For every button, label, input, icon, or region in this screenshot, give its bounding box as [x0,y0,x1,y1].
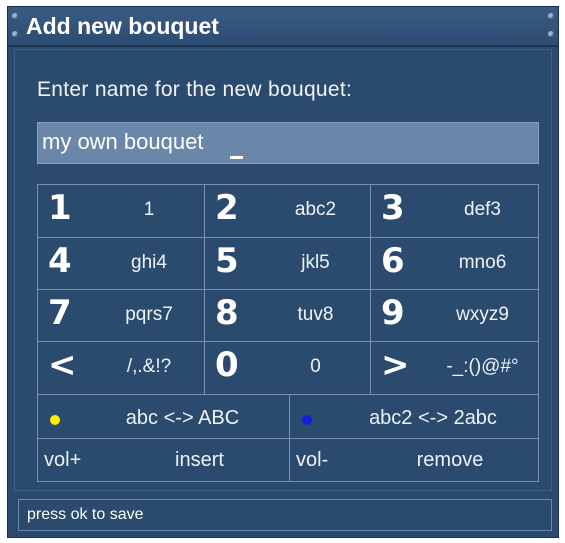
key-letters: def3 [464,199,501,220]
key-9[interactable]: 9 wxyz9 [371,290,538,342]
key-label: vol- [296,449,329,471]
key-letters: /,.&!? [126,356,172,377]
vol-minus-remove-key[interactable]: vol- remove [290,439,538,481]
yellow-dot-icon [50,415,60,425]
key-letters: wxyz9 [456,304,509,325]
key-digit: 5 [215,241,239,281]
chevron-right-icon: > [381,345,410,385]
key-letters: -_:()@#° [446,356,519,377]
key-digit: 0 [215,345,239,385]
status-text: press ok to save [27,506,144,523]
key-5[interactable]: 5 jkl5 [205,238,371,290]
chevron-left-icon: < [48,345,77,385]
key-letters: ghi4 [131,252,167,273]
key-digit: 4 [48,241,72,281]
dialog-window: Add new bouquet Enter name for the new b… [7,6,559,538]
status-bar: press ok to save [18,499,552,531]
key-0[interactable]: 0 0 [205,342,371,395]
key-digit: 3 [381,188,405,228]
key-4[interactable]: 4 ghi4 [38,238,205,290]
key-1[interactable]: 1 1 [38,185,205,238]
title-bar: Add new bouquet [8,7,558,47]
text-cursor [230,156,243,159]
rivet-icon [548,13,554,19]
key-6[interactable]: 6 mno6 [371,238,538,290]
key-action: remove [416,449,484,471]
key-left[interactable]: < /,.&!? [38,342,205,395]
key-letters: abc2 [294,199,337,220]
key-8[interactable]: 8 tuv8 [205,290,371,342]
key-label: vol+ [44,449,82,471]
key-letters: 0 [310,356,321,377]
key-right[interactable]: > -_:()@#° [371,342,538,395]
key-letters: pqrs7 [125,304,173,325]
key-digit: 1 [48,188,72,228]
blue-dot-icon [302,415,312,425]
window-title: Add new bouquet [26,13,219,39]
key-2[interactable]: 2 abc2 [205,185,371,238]
key-action: insert [175,449,224,471]
key-letters: 1 [143,199,155,220]
prompt-label: Enter name for the new bouquet: [37,78,353,101]
dialog-body: Enter name for the new bouquet: my own b… [14,49,552,491]
key-digit: 6 [381,241,405,281]
key-label: abc2 <-> 2abc [369,407,497,429]
key-digit: 9 [381,293,405,333]
key-letters: tuv8 [297,304,334,325]
rivet-icon [12,31,18,37]
vol-plus-insert-key[interactable]: vol+ insert [38,439,290,481]
key-digit: 8 [215,293,239,333]
rivet-icon [548,31,554,37]
input-value: my own bouquet [42,129,204,154]
key-digit: 7 [48,293,72,333]
yellow-key-case-toggle[interactable]: abc <-> ABC [38,395,290,439]
virtual-keypad: 1 1 2 abc2 3 def3 4 ghi4 5 jkl5 6 mno6 7… [37,184,539,482]
bouquet-name-input[interactable]: my own bouquet [37,122,539,164]
rivet-icon [12,13,18,19]
key-letters: mno6 [458,252,507,273]
key-letters: jkl5 [301,252,330,273]
key-digit: 2 [215,188,239,228]
key-3[interactable]: 3 def3 [371,185,538,238]
key-label: abc <-> ABC [125,407,240,429]
blue-key-mode-toggle[interactable]: abc2 <-> 2abc [290,395,538,439]
key-7[interactable]: 7 pqrs7 [38,290,205,342]
